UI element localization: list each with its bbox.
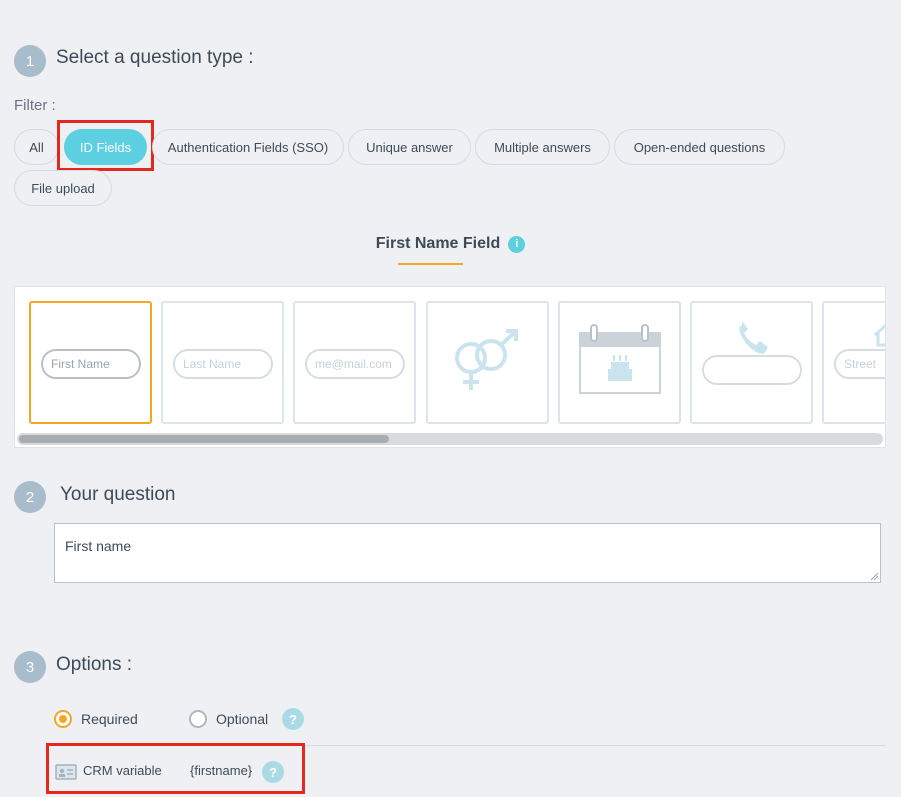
filter-label: Filter : — [14, 97, 56, 114]
first-name-preview-input: First Name — [41, 349, 141, 379]
filter-chip-unique-answer[interactable]: Unique answer — [348, 129, 471, 165]
highlight-box-id-fields — [57, 120, 154, 171]
optional-radio[interactable] — [189, 710, 207, 728]
info-icon[interactable]: i — [508, 235, 526, 253]
carousel-scrollbar[interactable] — [17, 433, 883, 445]
filter-chip-authentication-fields[interactable]: Authentication Fields (SSO) — [152, 129, 344, 165]
filter-chip-open-ended-questions[interactable]: Open-ended questions — [614, 129, 785, 165]
question-textarea[interactable]: First name — [54, 523, 881, 583]
filter-chip-file-upload[interactable]: File upload — [14, 170, 112, 206]
email-preview-input: me@mail.com — [305, 349, 405, 379]
last-name-preview-input: Last Name — [173, 349, 273, 379]
street-preview-input: Street — [834, 349, 885, 379]
card-birthday[interactable] — [558, 301, 681, 424]
field-type-carousel[interactable]: First Name Last Name me@mail.com Street — [14, 286, 886, 448]
filter-chip-multiple-answers[interactable]: Multiple answers — [475, 129, 610, 165]
field-title-underline — [398, 263, 463, 265]
step-3-title: Options : — [56, 654, 133, 675]
resize-grip-icon[interactable] — [869, 571, 879, 581]
optional-label[interactable]: Optional — [216, 711, 268, 727]
highlight-box-crm — [46, 743, 305, 794]
filter-chip-all[interactable]: All — [14, 129, 59, 165]
calendar-cake-icon — [579, 324, 661, 394]
step-2-badge: 2 — [14, 481, 46, 513]
card-last-name[interactable]: Last Name — [161, 301, 284, 424]
step-1-badge: 1 — [14, 45, 46, 77]
required-radio[interactable] — [54, 710, 72, 728]
field-type-title: First Name Field i — [0, 235, 901, 253]
step-3-badge: 3 — [14, 651, 46, 683]
phone-preview-input — [702, 355, 802, 385]
card-address[interactable]: Street — [822, 301, 885, 424]
required-label[interactable]: Required — [81, 711, 138, 727]
card-first-name[interactable]: First Name — [29, 301, 152, 424]
gender-icon — [455, 329, 518, 390]
house-icon — [873, 323, 885, 347]
card-gender[interactable] — [426, 301, 549, 424]
step-1-title: Select a question type : — [56, 47, 254, 68]
card-phone[interactable] — [690, 301, 813, 424]
field-type-title-text: First Name Field — [375, 235, 501, 252]
options-help-icon[interactable]: ? — [282, 708, 304, 730]
carousel-scrollbar-thumb[interactable] — [19, 435, 389, 443]
step-2-title: Your question — [60, 484, 176, 505]
card-email[interactable]: me@mail.com — [293, 301, 416, 424]
